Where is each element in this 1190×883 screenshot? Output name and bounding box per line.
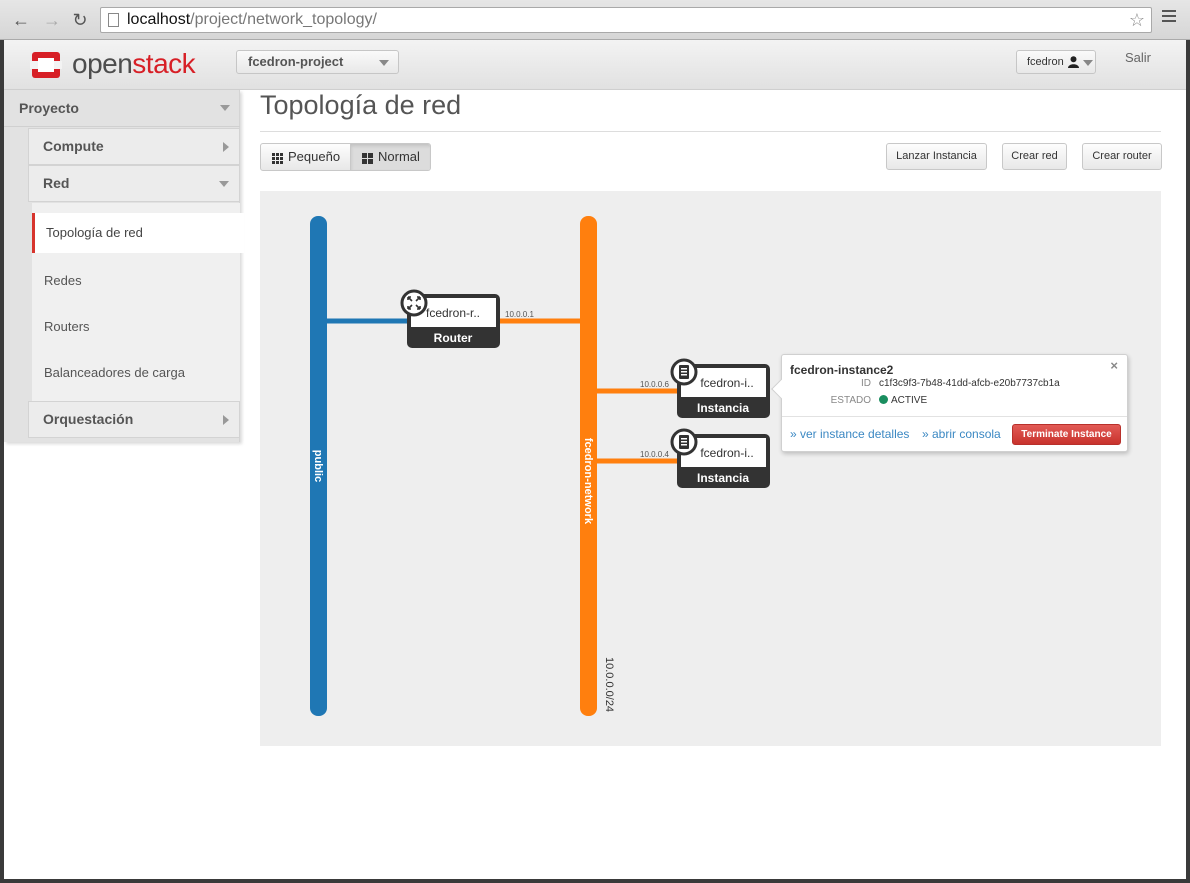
sidebar-item-routers[interactable]: Routers: [32, 307, 240, 347]
page: openstack fcedron-project fcedron Salir …: [4, 40, 1186, 879]
page-icon: [108, 13, 119, 27]
server-icon: [670, 358, 698, 386]
server-icon: [670, 428, 698, 456]
sidebar-item-redes[interactable]: Redes: [32, 261, 240, 301]
instance-detail-popover: fcedron-instance2 × ID c1f3c9f3-7b48-41d…: [771, 354, 1128, 452]
view-small-label: Pequeño: [288, 149, 341, 164]
sidebar-section-proyecto[interactable]: Proyecto: [4, 90, 240, 127]
instance-type: Instancia: [697, 401, 749, 415]
chevron-right-icon: [223, 142, 229, 152]
launch-instance-button[interactable]: Lanzar Instancia: [886, 143, 987, 170]
view-size-toggle: Pequeño Normal: [260, 143, 431, 171]
chevron-down-icon: [220, 105, 230, 111]
url-path: /project/network_topology/: [190, 11, 377, 28]
view-instance-details-link[interactable]: » ver instance detalles: [790, 427, 909, 441]
router-icon: [400, 289, 428, 317]
sidebar-group-orquestacion[interactable]: Orquestación: [28, 401, 240, 438]
chevron-down-icon: [379, 60, 389, 66]
grid-small-icon: [272, 153, 283, 164]
router-ip-label: 10.0.0.1: [505, 310, 534, 319]
logout-link[interactable]: Salir: [1125, 50, 1151, 65]
instance-name: fcedron-i..: [700, 376, 753, 390]
browser-menu-icon[interactable]: [1162, 10, 1176, 25]
popover-id-label: ID: [861, 378, 871, 389]
sidebar-group-compute[interactable]: Compute: [28, 128, 240, 165]
instance-node[interactable]: fcedron-i.. Instancia: [670, 428, 770, 488]
sidebar-section-label: Proyecto: [19, 100, 79, 116]
popover-title: fcedron-instance2: [790, 363, 894, 377]
create-network-button[interactable]: Crear red: [1002, 143, 1067, 170]
instance-type: Instancia: [697, 471, 749, 485]
close-icon[interactable]: ×: [1110, 358, 1118, 373]
project-selector-label: fcedron-project: [248, 54, 344, 69]
project-selector[interactable]: fcedron-project: [236, 50, 399, 74]
openstack-cube-icon: [30, 52, 62, 78]
logo-text-stack: stack: [132, 48, 196, 79]
popover-status-value: ACTIVE: [879, 395, 927, 406]
page-title: Topología de red: [260, 90, 462, 120]
instance-ip-label: 10.0.0.4: [640, 450, 669, 459]
reload-icon[interactable]: ↻: [69, 9, 91, 31]
chevron-right-icon: [223, 415, 229, 425]
chevron-down-icon: [1083, 60, 1093, 66]
router-type: Router: [434, 331, 473, 345]
view-normal-button[interactable]: Normal: [351, 144, 430, 170]
chevron-down-icon: [219, 181, 229, 187]
network-topology-canvas: public fcedron-network 10.0.0.0/24 10.0.…: [260, 191, 1161, 746]
view-small-button[interactable]: Pequeño: [261, 144, 351, 170]
sidebar-group-label: Orquestación: [43, 411, 134, 427]
view-normal-label: Normal: [378, 149, 420, 164]
browser-toolbar: ← → ↻ localhost/project/network_topology…: [0, 0, 1190, 40]
bookmark-star-icon[interactable]: ☆: [1129, 8, 1145, 32]
network-cidr-label: 10.0.0.0/24: [603, 657, 615, 712]
instance-name: fcedron-i..: [700, 446, 753, 460]
popover-divider: [782, 416, 1127, 417]
sidebar-group-label: Red: [43, 175, 70, 191]
sidebar: Proyecto Compute Red Topología de red Re…: [4, 90, 244, 442]
terminate-instance-button[interactable]: Terminate Instance: [1012, 424, 1121, 445]
sidebar-item-topologia[interactable]: Topología de red: [32, 213, 244, 253]
popover-status-label: ESTADO: [830, 395, 871, 406]
sidebar-group-label: Compute: [43, 138, 104, 154]
title-divider: [260, 131, 1161, 132]
network-label-public: public: [312, 450, 324, 482]
grid-large-icon: [362, 153, 373, 164]
popover-id-value: c1f3c9f3-7b48-41dd-afcb-e20b7737cb1a: [879, 378, 1060, 389]
logo-text-open: open: [72, 48, 133, 79]
address-bar[interactable]: localhost/project/network_topology/ ☆: [100, 7, 1152, 33]
sidebar-group-red[interactable]: Red: [28, 165, 240, 202]
status-active-dot-icon: [879, 395, 888, 404]
open-console-link[interactable]: » abrir consola: [922, 427, 1001, 441]
instance-ip-label: 10.0.0.6: [640, 380, 669, 389]
user-menu[interactable]: fcedron: [1016, 50, 1096, 74]
status-text: ACTIVE: [891, 395, 928, 406]
top-navbar: openstack fcedron-project fcedron Salir: [4, 40, 1186, 90]
instance-node[interactable]: fcedron-i.. Instancia: [670, 358, 770, 418]
user-icon: [1068, 56, 1079, 68]
sidebar-item-balanceadores[interactable]: Balanceadores de carga: [32, 353, 240, 393]
network-label-private: fcedron-network: [582, 438, 594, 525]
topology-graph: public fcedron-network 10.0.0.0/24 10.0.…: [310, 216, 770, 716]
forward-arrow-icon[interactable]: →: [41, 9, 63, 31]
sidebar-red-items: Topología de red Redes Routers Balancead…: [32, 203, 244, 401]
url-host: localhost: [127, 11, 191, 28]
router-node[interactable]: fcedron-r.. Router: [400, 289, 500, 348]
router-name: fcedron-r..: [426, 306, 480, 320]
create-router-button[interactable]: Crear router: [1082, 143, 1162, 170]
back-arrow-icon[interactable]: ←: [10, 9, 32, 31]
user-menu-label: fcedron: [1027, 56, 1064, 68]
